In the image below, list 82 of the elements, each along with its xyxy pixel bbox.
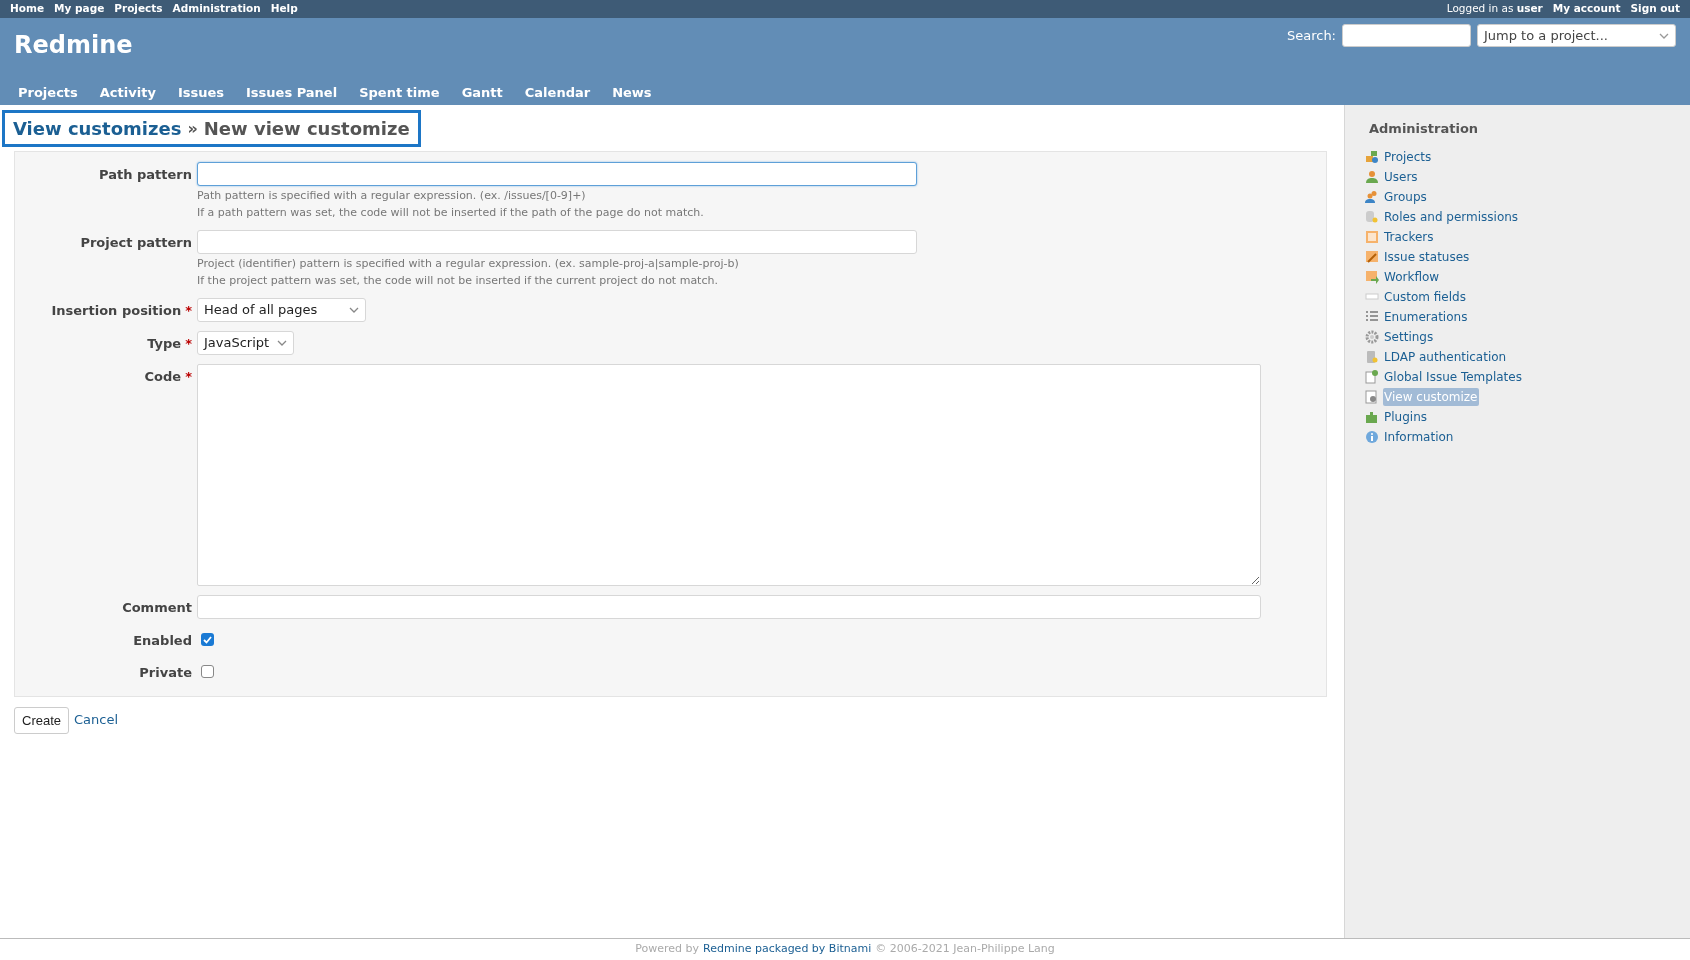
main-menu-tab[interactable]: Calendar [524,82,591,102]
checkbox[interactable] [201,664,214,678]
hint-text: Project (identifier) pattern is specified with a regular expression. (ex. sample-proj-a|sample-proj-b) [197,256,740,272]
page-title: New view customize [203,117,410,141]
sidebar-link[interactable]: Roles and permissions [1383,207,1520,226]
cancel-link[interactable]: Cancel [74,709,119,730]
top-menu-link[interactable]: My account [1552,1,1621,17]
logged-in-text: Logged in as user [1446,1,1543,17]
sidebar-link[interactable]: Settings [1383,327,1435,346]
required-mark: * [185,368,192,386]
required-mark: * [185,335,192,353]
sidebar-title: Administration [1369,120,1480,138]
breadcrumb-separator: » [187,117,198,140]
field-label: Private [139,663,192,682]
server-key-icon [1365,349,1379,364]
sidebar-link[interactable]: Custom fields [1383,287,1467,306]
code-textarea[interactable] [197,364,1261,586]
table-icon [1365,229,1379,244]
field-label: Comment [122,599,192,617]
top-menu-link[interactable]: Help [270,1,298,17]
field-label: Type [147,335,182,353]
checkbox[interactable] [201,633,214,646]
footer-text: © 2006-2021 Jean-Philippe Lang [875,941,1055,958]
user-icon [1365,169,1379,184]
sidebar-link[interactable]: Plugins [1383,407,1428,426]
database-key-icon [1365,209,1379,224]
main-menu-tab[interactable]: News [612,82,652,102]
dropdown-select[interactable]: JavaScript [197,331,295,355]
sidebar-link[interactable]: Workflow [1383,267,1441,286]
text-field[interactable] [197,230,917,254]
sidebar-link[interactable]: Groups [1383,187,1428,206]
sidebar-link[interactable]: Enumerations [1383,307,1469,326]
footer-link[interactable]: Redmine packaged by Bitnami [703,941,872,958]
search-field[interactable] [1342,24,1471,47]
main-menu-tab[interactable]: Projects [18,82,78,102]
field-label: Code [144,368,182,386]
sidebar-link[interactable]: Projects [1383,147,1433,166]
top-menu-link[interactable]: Administration [172,1,261,17]
chevron-down-icon [349,307,360,313]
main-menu-tab[interactable]: Issues [177,82,224,102]
settings-icon [1365,329,1379,344]
main-menu-tab[interactable]: Issues Panel [246,82,338,102]
footer-text: Powered by [635,941,700,958]
top-menu-link[interactable]: Sign out [1630,1,1680,17]
field-label: Path pattern [99,166,192,184]
main-menu-tab[interactable]: Activity [99,82,156,102]
chevron-down-icon [1659,32,1669,39]
puzzle-icon [1365,409,1379,424]
boxes-icon [1365,149,1379,164]
sidebar-link[interactable]: Global Issue Templates [1383,367,1523,386]
info-icon [1365,429,1379,444]
sidebar-link[interactable]: Users [1383,167,1419,186]
field-label: Project pattern [80,234,192,252]
field-label: Insertion position [51,302,182,320]
hint-text: If the project pattern was set, the code will not be inserted if the current project do not match. [197,273,719,289]
text-field[interactable] [197,595,1261,619]
breadcrumb-link[interactable]: View customizes [13,115,182,142]
template-icon [1365,369,1379,384]
text-field[interactable] [197,162,917,186]
hint-text: Path pattern is specified with a regular expression. (ex. /issues/[0-9]+) [197,188,587,204]
sidebar-link[interactable]: LDAP authentication [1383,347,1508,366]
chevron-down-icon [277,340,288,346]
pencil-table-icon [1365,249,1379,264]
search-label: Search: [1286,26,1336,45]
top-menu-link[interactable]: Home [10,1,45,17]
sidebar-link[interactable]: Trackers [1383,227,1435,246]
sidebar-link[interactable]: Issue statuses [1383,247,1471,266]
sidebar-link[interactable]: Information [1383,427,1455,446]
project-jump-select[interactable]: Jump to a project... [1477,24,1676,47]
users-icon [1365,189,1379,204]
top-menu-link[interactable]: Projects [114,1,163,17]
dropdown-select[interactable]: Head of all pages [197,298,367,322]
create-button[interactable]: Create [14,707,70,734]
top-menu-link[interactable]: My page [54,1,105,17]
hint-text: If a path pattern was set, the code will not be inserted if the path of the page do not match. [197,205,705,221]
field-label: Enabled [133,632,192,650]
list-icon [1365,309,1379,324]
required-mark: * [185,302,192,320]
main-menu-tab[interactable]: Spent time [359,82,440,102]
page-gear-icon [1365,389,1379,404]
site-title: Redmine [14,30,133,61]
main-menu-tab[interactable]: Gantt [461,82,503,102]
